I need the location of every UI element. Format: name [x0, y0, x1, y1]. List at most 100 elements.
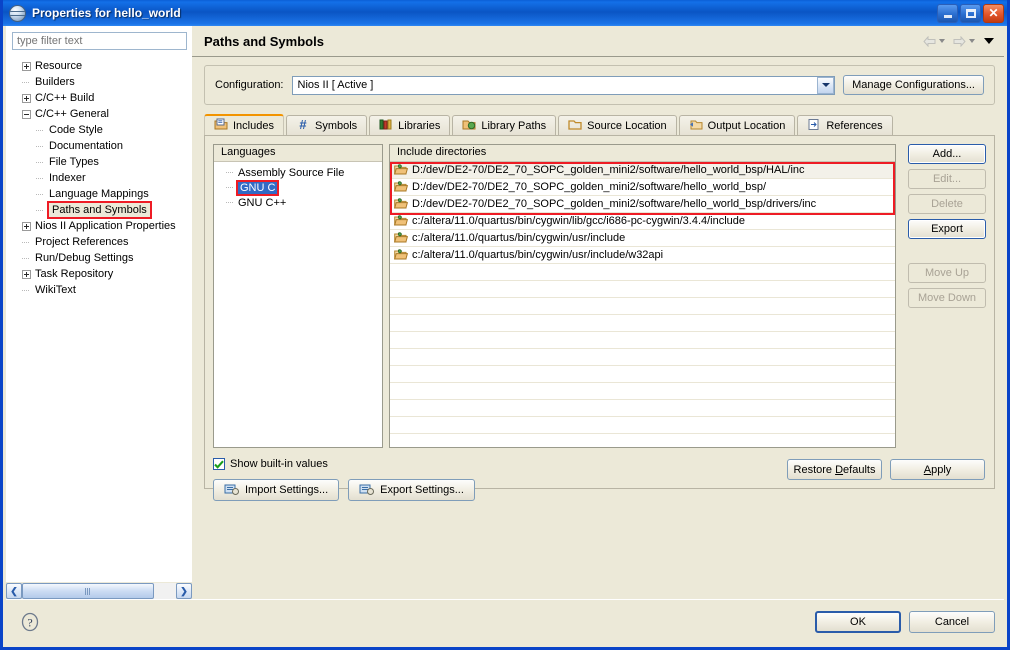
expand-icon[interactable]: [22, 93, 31, 103]
expand-icon[interactable]: [22, 61, 31, 71]
export-settings-button[interactable]: Export Settings...: [348, 479, 475, 501]
language-item-gnu-c-[interactable]: GNU C++: [214, 195, 382, 210]
delete-button: Delete: [908, 194, 986, 214]
include-directory-empty-row: [390, 349, 895, 366]
sidebar-item-wikitext[interactable]: WikiText: [6, 282, 192, 298]
ok-button[interactable]: OK: [815, 611, 901, 633]
tree-line-icon: [226, 183, 235, 192]
tab-includes[interactable]: Includes: [204, 114, 284, 135]
configuration-select[interactable]: Nios II [ Active ]: [291, 75, 836, 95]
tab-source-location[interactable]: Source Location: [558, 115, 677, 135]
language-item-assembly-source-file[interactable]: Assembly Source File: [214, 165, 382, 180]
add-button[interactable]: Add...: [908, 144, 986, 164]
button-spacer: [908, 244, 986, 258]
manage-configurations-button[interactable]: Manage Configurations...: [843, 75, 984, 95]
restore-defaults-label: Restore Defaults: [793, 463, 876, 476]
import-settings-button[interactable]: Import Settings...: [213, 479, 340, 501]
back-dropdown-caret-icon[interactable]: [939, 39, 945, 43]
sidebar-item-label: Project References: [35, 236, 129, 248]
minimize-button[interactable]: [937, 3, 958, 23]
include-directory-row[interactable]: D:/dev/DE2-70/DE2_70_SOPC_golden_mini2/s…: [390, 179, 895, 196]
forward-arrow-icon[interactable]: [953, 35, 966, 47]
sidebar-item-indexer[interactable]: Indexer: [6, 170, 192, 186]
import-settings-icon: [224, 482, 239, 499]
tree-line-icon: [22, 254, 31, 263]
sidebar-item-documentation[interactable]: Documentation: [6, 138, 192, 154]
collapse-icon[interactable]: [22, 109, 31, 119]
include-directories-list[interactable]: Include directories D:/dev/DE2-70/DE2_70…: [389, 144, 896, 448]
sidebar-item-builders[interactable]: Builders: [6, 74, 192, 90]
tab-library-paths[interactable]: Library Paths: [452, 115, 557, 135]
expand-icon[interactable]: [22, 269, 31, 279]
filter-input[interactable]: [12, 32, 187, 50]
panel-columns: Languages Assembly Source File GNU C GNU C…: [213, 144, 986, 448]
scroll-thumb[interactable]: [22, 583, 155, 599]
folder-icon: [394, 164, 409, 176]
tab-bar[interactable]: Includes # Symbols Libraries Library Paths So…: [204, 114, 995, 135]
close-button[interactable]: ✕: [983, 3, 1004, 23]
include-directory-row[interactable]: c:/altera/11.0/quartus/bin/cygwin/usr/in…: [390, 230, 895, 247]
tree-line-icon: [22, 238, 31, 247]
sidebar-item-run-debug-settings[interactable]: Run/Debug Settings: [6, 250, 192, 266]
scroll-left-button[interactable]: ❮: [6, 583, 22, 599]
expand-icon[interactable]: [22, 221, 31, 231]
sidebar-item-c-c-general[interactable]: C/C++ General: [6, 106, 192, 122]
output-folder-icon: [689, 118, 703, 134]
scroll-right-button[interactable]: ❯: [176, 583, 192, 599]
tree-line-icon: [22, 78, 31, 87]
include-directory-path: c:/altera/11.0/quartus/bin/cygwin/usr/in…: [412, 249, 664, 261]
tab-output-location[interactable]: Output Location: [678, 115, 796, 135]
language-item-gnu-c[interactable]: GNU C: [214, 179, 382, 196]
scroll-track[interactable]: [22, 583, 176, 599]
export-button[interactable]: Export: [908, 219, 986, 239]
include-directory-row[interactable]: c:/altera/11.0/quartus/bin/cygwin/usr/in…: [390, 247, 895, 264]
include-directory-empty-row: [390, 281, 895, 298]
folder-icon: [394, 181, 409, 193]
chevron-down-icon[interactable]: [817, 76, 835, 94]
sidebar-item-label: Builders: [35, 76, 75, 88]
forward-dropdown-caret-icon[interactable]: [969, 39, 975, 43]
export-settings-label: Export Settings...: [380, 484, 464, 496]
move-down-button: Move Down: [908, 288, 986, 308]
include-directories-header: Include directories: [390, 145, 895, 162]
cancel-button[interactable]: Cancel: [909, 611, 995, 633]
tree-horizontal-scrollbar[interactable]: ❮ ❯: [6, 581, 192, 600]
eclipse-globe-icon: [9, 4, 26, 22]
sidebar-item-c-c-build[interactable]: C/C++ Build: [6, 90, 192, 106]
sidebar-item-label: C/C++ Build: [35, 92, 95, 104]
tree-line-icon: [226, 168, 235, 177]
export-settings-icon: [359, 482, 375, 499]
sidebar-item-file-types[interactable]: File Types: [6, 154, 192, 170]
sidebar-item-paths-and-symbols[interactable]: Paths and Symbols: [6, 201, 192, 219]
sidebar-item-task-repository[interactable]: Task Repository: [6, 266, 192, 282]
back-arrow-icon[interactable]: [923, 35, 936, 47]
include-directory-path: D:/dev/DE2-70/DE2_70_SOPC_golden_mini2/s…: [412, 181, 767, 193]
maximize-button[interactable]: [960, 3, 981, 23]
tree-line-icon: [36, 206, 45, 215]
include-directory-row[interactable]: c:/altera/11.0/quartus/bin/cygwin/lib/gc…: [390, 213, 895, 230]
sidebar-item-code-style[interactable]: Code Style: [6, 122, 192, 138]
view-menu-caret-icon[interactable]: [984, 38, 994, 44]
settings-tree-pane: Resource Builders C/C++ Build C/C++ General…: [6, 26, 192, 600]
include-directory-row[interactable]: D:/dev/DE2-70/DE2_70_SOPC_golden_mini2/s…: [390, 162, 895, 179]
help-question-icon[interactable]: ?: [20, 612, 40, 632]
restore-defaults-button[interactable]: Restore Defaults: [787, 459, 882, 480]
includes-tab-panel: Languages Assembly Source File GNU C GNU C…: [204, 135, 995, 501]
languages-items[interactable]: Assembly Source File GNU C GNU C++: [214, 162, 382, 210]
books-icon: [379, 118, 393, 134]
sidebar-item-language-mappings[interactable]: Language Mappings: [6, 186, 192, 202]
tab-symbols[interactable]: # Symbols: [285, 115, 368, 135]
include-directories-items[interactable]: D:/dev/DE2-70/DE2_70_SOPC_golden_mini2/s…: [390, 162, 895, 447]
tab-references[interactable]: References: [797, 115, 893, 135]
page-content: Configuration: Nios II [ Active ] Manage…: [192, 57, 1004, 600]
sidebar-item-project-references[interactable]: Project References: [6, 234, 192, 250]
sidebar-item-nios-ii-application-properties[interactable]: Nios II Application Properties: [6, 218, 192, 234]
sidebar-item-resource[interactable]: Resource: [6, 58, 192, 74]
tab-libraries[interactable]: Libraries: [369, 115, 451, 135]
include-directory-row[interactable]: D:/dev/DE2-70/DE2_70_SOPC_golden_mini2/s…: [390, 196, 895, 213]
sidebar-item-label: Nios II Application Properties: [35, 220, 176, 232]
languages-list[interactable]: Languages Assembly Source File GNU C GNU C…: [213, 144, 383, 448]
show-builtin-checkbox[interactable]: [213, 458, 225, 470]
settings-tree[interactable]: Resource Builders C/C++ Build C/C++ General…: [6, 58, 192, 575]
apply-button[interactable]: Apply: [890, 459, 985, 480]
